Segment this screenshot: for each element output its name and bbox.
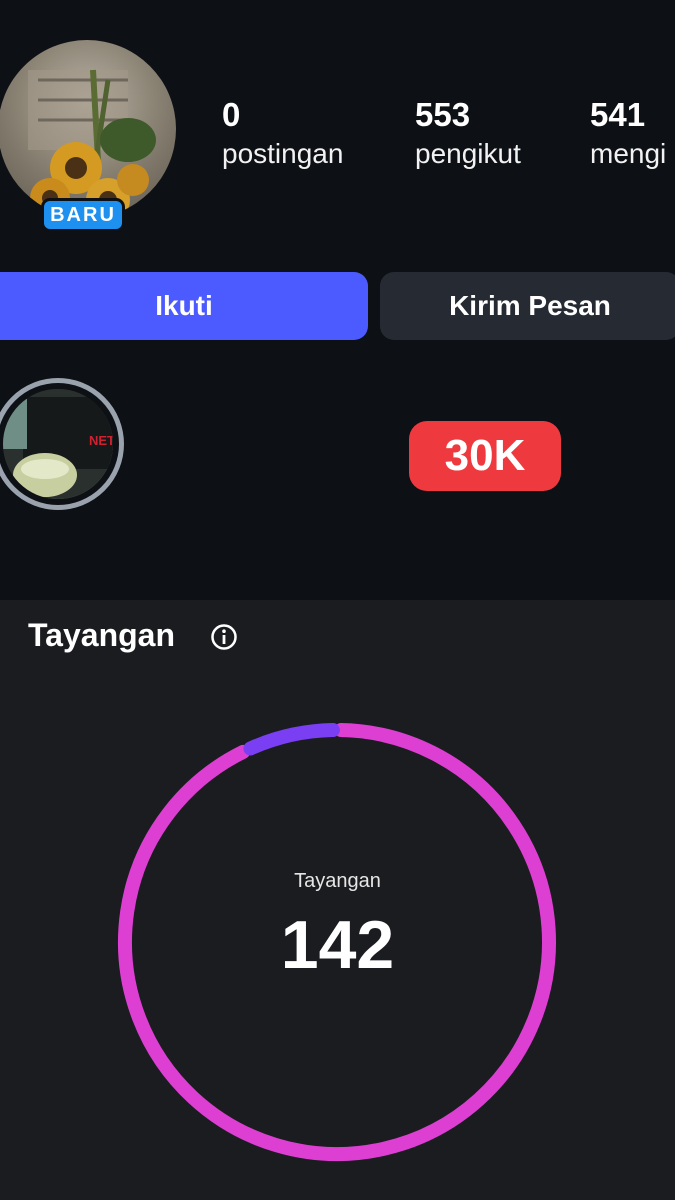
info-icon[interactable] [210,623,238,651]
stat-followers[interactable]: 553 pengikut [415,96,521,174]
donut-segment-2 [243,723,340,756]
highlight-thumbnail: NETFL [3,389,113,499]
stat-posts[interactable]: 0 postingan [222,96,343,174]
posts-label: postingan [222,138,344,169]
sunflower-photo [28,69,156,218]
posts-count: 0 [222,96,241,133]
donut-label: Tayangan [294,870,381,892]
highlight-netflix-text: NETFL [89,433,113,448]
new-badge: BARU [41,198,125,232]
following-label: mengi [590,138,667,169]
stat-following[interactable]: 541 mengi [590,96,666,174]
followers-label: pengikut [415,138,521,169]
following-count: 541 [590,96,646,133]
panel-title: Tayangan [28,617,175,653]
follow-button[interactable]: Ikuti [0,272,368,340]
donut-value: 142 [280,907,395,983]
message-button[interactable]: Kirim Pesan [380,272,675,340]
count-pill: 30K [409,421,561,491]
profile-avatar[interactable] [0,40,176,218]
followers-count: 553 [415,96,471,133]
